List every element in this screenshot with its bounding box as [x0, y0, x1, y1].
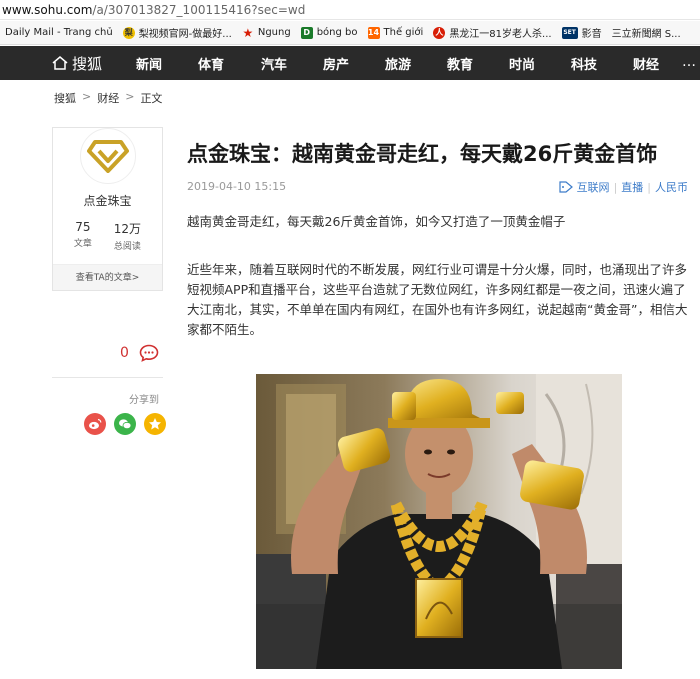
- share-label: 分享到: [129, 395, 159, 406]
- star-icon: [149, 418, 161, 430]
- bookmark-heilongjiang[interactable]: 人黑龙江一81岁老人杀...: [428, 21, 556, 44]
- breadcrumb-separator: >: [125, 90, 135, 103]
- url-host: www.sohu.com: [2, 3, 93, 17]
- home-icon: [52, 56, 68, 70]
- bookmark-label: 黑龙江一81岁老人杀...: [449, 29, 552, 40]
- url-path: /a/307013827_100115416?sec=wd: [92, 3, 306, 17]
- bookmark-daily-mail[interactable]: Daily Mail - Trang chủ: [0, 21, 118, 44]
- articles-stat: 75 文章: [74, 220, 92, 252]
- tag-rmb[interactable]: 人民币: [655, 179, 688, 195]
- sohu-logo[interactable]: 搜狐: [52, 53, 132, 74]
- breadcrumb-finance[interactable]: 财经: [97, 90, 119, 106]
- author-stats: 75 文章 12万 总阅读: [53, 220, 162, 252]
- nav-item-finance[interactable]: 财经: [633, 54, 659, 73]
- bookmark-the-gioi[interactable]: 14 Thế giới: [363, 21, 429, 44]
- bookmark-label: 影音: [581, 29, 602, 40]
- nav-item-realestate[interactable]: 房产: [323, 54, 349, 73]
- comment-widget[interactable]: 0: [120, 344, 159, 362]
- weibo-icon: [89, 418, 102, 430]
- views-count: 12万: [113, 222, 142, 236]
- bookmark-sanli[interactable]: 三立新聞網 S...: [607, 21, 686, 44]
- nav-item-travel[interactable]: 旅游: [385, 54, 411, 73]
- tag-separator: |: [613, 180, 618, 194]
- breadcrumb-sohu[interactable]: 搜狐: [54, 90, 76, 106]
- wechat-share-button[interactable]: [114, 413, 136, 435]
- nav-item-auto[interactable]: 汽车: [261, 54, 287, 73]
- comment-icon: [139, 344, 159, 362]
- tag-internet[interactable]: 互联网: [577, 179, 610, 195]
- weibo-share-button[interactable]: [84, 413, 106, 435]
- article-title: 点金珠宝：越南黄金哥走红，每天戴26斤黄金首饰: [187, 142, 658, 166]
- views-stat: 12万 总阅读: [114, 220, 141, 252]
- address-bar[interactable]: www.sohu.com/a/307013827_100115416?sec=w…: [0, 0, 700, 20]
- news-icon: 14: [367, 26, 380, 39]
- bookmark-label: 三立新聞網 S...: [611, 29, 681, 40]
- breadcrumb: 搜狐 > 财经 > 正文: [54, 90, 162, 106]
- tag-livestream[interactable]: 直播: [621, 179, 643, 195]
- bookmark-label: bóng bo: [316, 27, 358, 38]
- sidebar-divider: [52, 377, 163, 378]
- nav-item-fashion[interactable]: 时尚: [509, 54, 535, 73]
- star-icon: ★: [242, 25, 254, 40]
- tag-icon: [558, 181, 573, 193]
- bookmark-ngung[interactable]: ★ Ngung: [237, 21, 296, 44]
- articles-label: 文章: [73, 239, 92, 249]
- bookmark-bong-bo[interactable]: Dbóng bo: [296, 21, 363, 44]
- author-name[interactable]: 点金珠宝: [53, 192, 162, 209]
- breadcrumb-current: 正文: [140, 92, 163, 105]
- article-paragraph-2: 近些年来，随着互联网时代的不断发展，网红行业可谓是十分火爆，同时，也涌现出了许多…: [187, 262, 688, 337]
- nav-item-tech[interactable]: 科技: [571, 54, 597, 73]
- diamond-logo-icon: [87, 140, 129, 173]
- set-icon: SET: [561, 26, 578, 39]
- article-date: 2019-04-10 15:15: [187, 180, 287, 193]
- article-photo: [256, 374, 622, 669]
- nav-item-sports[interactable]: 体育: [198, 54, 224, 73]
- view-author-articles-link[interactable]: 查看TA的文章>: [53, 264, 162, 290]
- author-card: 点金珠宝 75 文章 12万 总阅读 查看TA的文章>: [52, 127, 163, 291]
- d-icon: D: [300, 26, 313, 39]
- breadcrumb-separator: >: [82, 90, 92, 103]
- bookmark-label: 梨视频官网-做最好...: [138, 29, 232, 40]
- bookmark-yingyin[interactable]: SET 影音: [557, 21, 607, 44]
- bookmark-label: Daily Mail - Trang chủ: [5, 27, 113, 38]
- sohu-nav-bar: 搜狐 新闻 体育 汽车 房产 旅游 教育 时尚 科技 财经 …: [0, 46, 700, 80]
- nav-item-education[interactable]: 教育: [447, 54, 473, 73]
- views-label: 总阅读: [113, 242, 141, 252]
- author-avatar[interactable]: [80, 128, 136, 184]
- article-paragraph-1: 越南黄金哥走红，每天戴26斤黄金首饰，如今又打造了一顶黄金帽子: [187, 214, 566, 229]
- nav-item-news[interactable]: 新闻: [136, 54, 162, 73]
- bookmark-label: Ngung: [257, 27, 291, 38]
- article-tags: 互联网 | 直播 | 人民币: [558, 179, 688, 195]
- tag-separator: |: [647, 180, 651, 194]
- gold-man-photo: [256, 374, 622, 669]
- bookmarks-bar: Daily Mail - Trang chủ 梨梨视频官网-做最好... ★ Ng…: [0, 21, 700, 45]
- articles-count: 75: [75, 220, 91, 234]
- comment-count: 0: [120, 345, 129, 361]
- nav-more-button[interactable]: …: [682, 54, 696, 70]
- bookmark-label: Thế giới: [383, 27, 424, 38]
- wechat-icon: [119, 419, 132, 430]
- pear-icon: 梨: [122, 26, 135, 39]
- red-logo-icon: 人: [433, 26, 446, 39]
- logo-text: 搜狐: [72, 54, 103, 73]
- share-buttons: [84, 413, 166, 435]
- favorite-share-button[interactable]: [144, 413, 166, 435]
- bookmark-pear-video[interactable]: 梨梨视频官网-做最好...: [118, 21, 237, 44]
